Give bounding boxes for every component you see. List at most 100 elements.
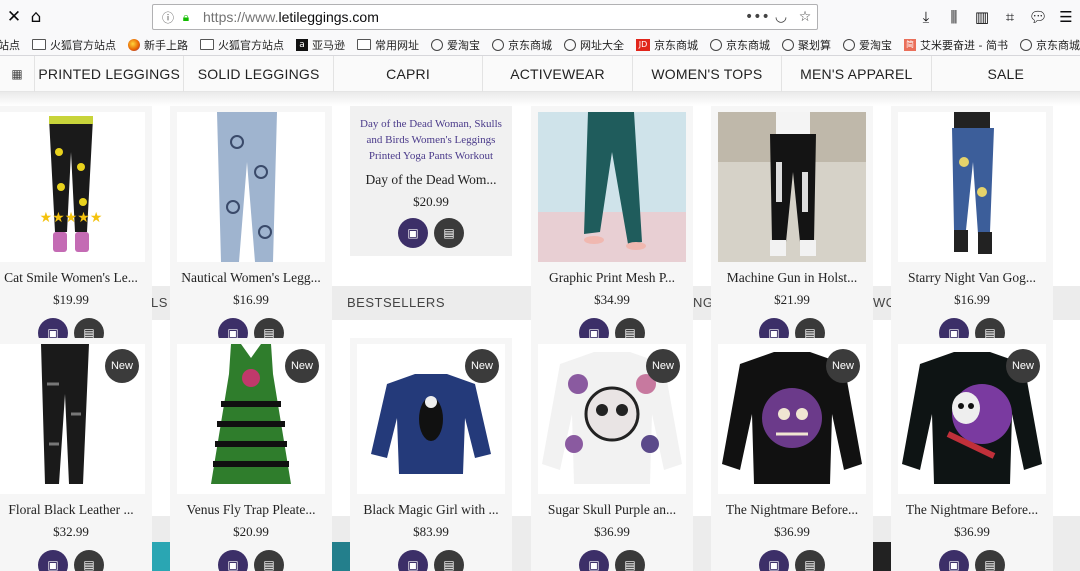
nav-sale[interactable]: SALE <box>932 56 1080 92</box>
nav-capri[interactable]: CAPRI <box>334 56 484 92</box>
add-to-cart-icon[interactable]: ▣ <box>398 218 428 248</box>
sidebar-icon[interactable]: ▥ <box>968 3 996 31</box>
nav-printed-leggings[interactable]: PRINTED LEGGINGS <box>35 56 185 92</box>
pocket-icon[interactable]: ◡ <box>769 9 793 25</box>
product-card[interactable]: New The Nightmare Before... $36.99 ▣ ▤ <box>711 338 873 571</box>
add-to-cart-icon[interactable]: ▣ <box>939 550 969 571</box>
nav-womens-tops[interactable]: WOMEN'S TOPS <box>633 56 783 92</box>
product-card[interactable]: Starry Night Van Gog... $16.99 ▣ ▤ <box>891 106 1053 348</box>
url-text[interactable]: https://www.letileggings.com <box>203 9 745 25</box>
bookmark-item[interactable]: 新手上路 <box>128 37 188 53</box>
section-bestsellers[interactable]: BESTSELLERS <box>347 295 445 310</box>
quick-view-icon[interactable]: ▤ <box>74 550 104 571</box>
product-title[interactable]: Black Magic Girl with ... <box>350 502 512 518</box>
product-title[interactable]: Cat Smile Women's Le... <box>0 270 152 286</box>
bookmark-item[interactable]: 火狐官方站点 <box>32 37 116 53</box>
add-to-cart-icon[interactable]: ▣ <box>398 550 428 571</box>
bookmark-item[interactable]: 爱淘宝 <box>843 37 892 53</box>
section-fragment-left: LS <box>151 295 168 310</box>
bookmark-item[interactable]: 爱淘宝 <box>431 37 480 53</box>
menu-icon[interactable]: ☰ <box>1052 3 1080 31</box>
quick-view-icon[interactable]: ▤ <box>434 550 464 571</box>
product-title[interactable]: Day of the Dead Wom... <box>350 172 512 188</box>
product-card[interactable]: New Floral Black Leather ... $32.99 ▣ ▤ <box>0 338 152 571</box>
product-title[interactable]: Nautical Women's Legg... <box>170 270 332 286</box>
bookmark-item[interactable]: 火狐官方站点 <box>200 37 284 53</box>
bookmark-label: 爱淘宝 <box>859 38 892 52</box>
quick-view-icon[interactable]: ▤ <box>615 550 645 571</box>
add-to-cart-icon[interactable]: ▣ <box>218 550 248 571</box>
nav-activewear[interactable]: ACTIVEWEAR <box>483 56 633 92</box>
product-image[interactable] <box>898 112 1046 262</box>
library-icon[interactable]: ⫼ <box>940 3 968 31</box>
add-to-cart-icon[interactable]: ▣ <box>579 550 609 571</box>
product-title[interactable]: Sugar Skull Purple an... <box>531 502 693 518</box>
grid-menu-icon[interactable]: ▦ <box>0 56 35 92</box>
nav-solid-leggings[interactable]: SOLID LEGGINGS <box>184 56 334 92</box>
product-title[interactable]: The Nightmare Before... <box>711 502 873 518</box>
product-image[interactable] <box>177 112 325 262</box>
product-image[interactable]: ★★★★★ <box>0 112 145 262</box>
product-card[interactable]: ★★★★★ Cat Smile Women's Le... $19.99 ▣ ▤ <box>0 106 152 348</box>
address-bar[interactable]: ⓘ 🔒︎ https://www.letileggings.com ••• ◡ … <box>152 4 818 30</box>
page-actions-icon[interactable]: ••• <box>745 9 770 25</box>
product-card-hover[interactable]: Day of the Dead Woman, Skulls and Birds … <box>350 106 512 256</box>
bookmark-item[interactable]: 京东商城 <box>710 37 770 53</box>
leggings-image <box>538 112 686 262</box>
chat-icon[interactable]: 💬︎ <box>1024 3 1052 31</box>
quick-view-icon[interactable]: ▤ <box>795 550 825 571</box>
product-title[interactable]: Machine Gun in Holst... <box>711 270 873 286</box>
bookmark-item[interactable]: JD 京东商城 <box>636 37 698 53</box>
product-card[interactable]: New The Nightmare Before... $36.99 ▣ ▤ <box>891 338 1053 571</box>
firefox-icon <box>128 38 140 51</box>
quick-view-icon[interactable]: ▤ <box>434 218 464 248</box>
bookmark-item[interactable]: 站点 <box>0 37 20 53</box>
bookmark-item[interactable]: 网址大全 <box>564 37 624 53</box>
product-image[interactable]: New <box>898 344 1046 494</box>
bookmark-label: 艾米要奋进 - 简书 <box>920 38 1008 52</box>
product-title[interactable]: Floral Black Leather ... <box>0 502 152 518</box>
quick-view-icon[interactable]: ▤ <box>254 550 284 571</box>
bookmark-label: 站点 <box>0 38 20 52</box>
product-card[interactable]: New Black Magic Girl with ... $83.99 ▣ ▤ <box>350 338 512 571</box>
product-price: $16.99 <box>233 292 269 307</box>
banner-fragment <box>152 542 170 571</box>
add-to-cart-icon[interactable]: ▣ <box>759 550 789 571</box>
svg-text:★★★★★: ★★★★★ <box>40 210 103 226</box>
product-description[interactable]: Day of the Dead Woman, Skulls and Birds … <box>356 116 506 164</box>
product-image[interactable]: New <box>718 344 866 494</box>
quick-view-icon[interactable]: ▤ <box>975 550 1005 571</box>
bookmark-item[interactable]: a 亚马逊 <box>296 37 345 53</box>
product-price: $20.99 <box>413 194 449 209</box>
bookmark-star-icon[interactable]: ☆ <box>793 9 817 25</box>
product-price: $21.99 <box>774 292 810 307</box>
product-title[interactable]: Venus Fly Trap Pleate... <box>170 502 332 518</box>
bookmark-item[interactable]: 聚划算 <box>782 37 831 53</box>
product-title[interactable]: Graphic Print Mesh P... <box>531 270 693 286</box>
product-card[interactable]: Nautical Women's Legg... $16.99 ▣ ▤ <box>170 106 332 348</box>
product-image[interactable]: New <box>177 344 325 494</box>
product-card[interactable]: New Venus Fly Trap Pleate... $20.99 ▣ ▤ <box>170 338 332 571</box>
screenshot-icon[interactable]: ⌗ <box>996 3 1024 31</box>
bookmark-item[interactable]: 常用网址 <box>357 37 419 53</box>
lock-icon[interactable]: 🔒︎ <box>177 10 195 25</box>
info-icon[interactable]: ⓘ <box>159 9 177 26</box>
bookmark-label: 新手上路 <box>144 38 188 52</box>
home-icon[interactable]: ⌂ <box>22 3 50 31</box>
bookmark-item[interactable]: 京东商城 <box>492 37 552 53</box>
product-title[interactable]: The Nightmare Before... <box>891 502 1053 518</box>
bookmark-item[interactable]: 京东商城 <box>1019 37 1080 53</box>
product-image[interactable]: New <box>538 344 686 494</box>
add-to-cart-icon[interactable]: ▣ <box>38 550 68 571</box>
nav-mens-apparel[interactable]: MEN'S APPAREL <box>782 56 932 92</box>
product-card[interactable]: Machine Gun in Holst... $21.99 ▣ ▤ <box>711 106 873 348</box>
product-image[interactable] <box>538 112 686 262</box>
product-image[interactable]: New <box>0 344 145 494</box>
product-card[interactable]: Graphic Print Mesh P... $34.99 ▣ ▤ <box>531 106 693 348</box>
product-image[interactable]: New <box>357 344 505 494</box>
product-title[interactable]: Starry Night Van Gog... <box>891 270 1053 286</box>
download-icon[interactable]: ⤓ <box>912 3 940 31</box>
product-card[interactable]: New Sugar Skull Purple an... $36.99 ▣ ▤ <box>531 338 693 571</box>
product-image[interactable] <box>718 112 866 262</box>
bookmark-item[interactable]: 简艾米要奋进 - 简书 <box>904 37 1008 53</box>
